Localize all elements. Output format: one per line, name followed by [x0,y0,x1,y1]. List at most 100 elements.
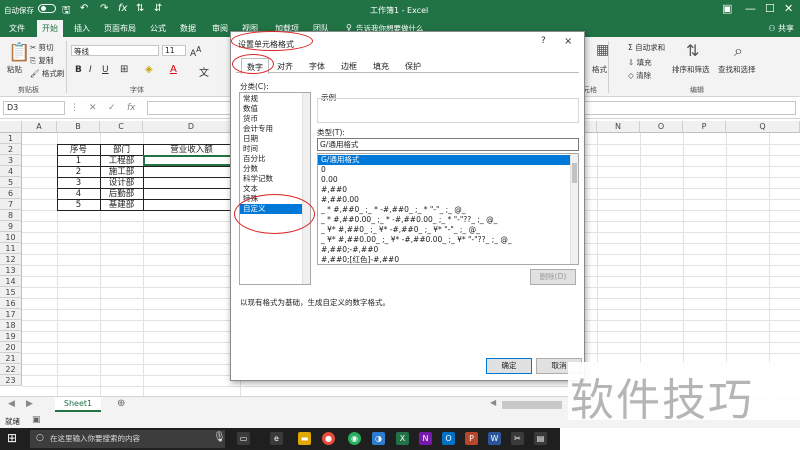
format-code-item[interactable]: _ * #,##0_ ;_ * -#,##0_ ;_ * "-"_ ;_ @_ [318,205,570,215]
redo-icon[interactable]: ↷ [100,3,108,14]
tab-file[interactable]: 文件 [9,23,25,34]
name-box[interactable]: D3 [3,101,65,115]
tab-protection[interactable]: 保护 [405,61,421,72]
category-item[interactable]: 科学记数 [240,174,303,184]
table-cell[interactable]: 后勤部 [100,189,143,200]
row-header[interactable]: 18 [0,320,22,331]
confirm-entry-icon[interactable]: ✓ [108,103,116,113]
tab-font[interactable]: 字体 [309,61,325,72]
fill-button[interactable]: ⇩ 填充 [628,57,652,68]
sheet-tab-sheet1[interactable]: Sheet1 [55,397,101,412]
sort-filter-label[interactable]: 排序和筛选 [672,64,710,75]
format-code-list[interactable]: G/通用格式 0 0.00 #,##0 #,##0.00 _ * #,##0_ … [317,153,579,265]
category-item[interactable]: 常规 [240,94,303,104]
macro-record-icon[interactable]: ▣ [32,415,41,425]
format-code-item[interactable]: 0.00 [318,175,570,185]
row-header[interactable]: 7 [0,199,22,210]
taskbar-search-input[interactable]: 在这里输入你要搜索的内容 [30,430,225,448]
app-icon[interactable]: ◉ [348,432,361,445]
grow-font-icon[interactable]: AA [190,45,201,59]
cancel-entry-icon[interactable]: ✕ [89,103,97,113]
border-icon[interactable]: ⊞ [120,64,128,75]
tab-review[interactable]: 审阅 [212,23,228,34]
ok-button[interactable]: 确定 [486,358,532,374]
word-icon[interactable]: W [488,432,501,445]
clear-button[interactable]: ◇ 清除 [628,70,651,81]
hscroll-left-icon[interactable]: ◀ [490,398,496,407]
minimize-icon[interactable]: — [745,2,756,15]
category-item[interactable]: 会计专用 [240,124,303,134]
copy-button[interactable]: ⎘ 复制 [30,55,53,66]
row-header[interactable]: 2 [0,144,22,155]
share-button[interactable]: ⚇ 共享 [768,23,794,34]
chrome-icon[interactable]: ● [322,432,335,445]
outlook-icon[interactable]: O [442,432,455,445]
column-header[interactable]: P [683,121,726,133]
close-icon[interactable]: ✕ [784,2,793,15]
category-item[interactable]: 时间 [240,144,303,154]
tab-alignment[interactable]: 对齐 [277,61,293,72]
row-header[interactable]: 22 [0,364,22,375]
font-size-select[interactable]: 11 [162,45,186,56]
row-header[interactable]: 5 [0,177,22,188]
row-header[interactable]: 16 [0,298,22,309]
paste-label[interactable]: 粘贴 [7,64,22,75]
format-code-item[interactable]: #,##0;-#,##0 [318,245,570,255]
table-cell[interactable]: 3 [57,178,100,189]
table-header-cell[interactable]: 序号 [57,145,100,156]
sort-asc-icon[interactable]: ⇅ [136,3,144,14]
tab-insert[interactable]: 插入 [74,23,90,34]
row-header[interactable]: 14 [0,276,22,287]
autosave-toggle[interactable] [38,4,56,13]
table-cell[interactable]: 工程部 [100,156,143,167]
row-header[interactable]: 10 [0,232,22,243]
sort-filter-icon[interactable]: ⇅ [686,41,699,60]
row-header[interactable]: 12 [0,254,22,265]
insert-function-button[interactable]: fx [127,103,136,113]
microphone-icon[interactable]: 🎙 [213,432,226,443]
row-header[interactable]: 21 [0,353,22,364]
column-header[interactable]: N [597,121,640,133]
delete-button[interactable]: 删除(D) [530,269,576,285]
font-color-button[interactable]: A [170,64,177,75]
row-header[interactable]: 8 [0,210,22,221]
format-code-item[interactable]: _ * #,##0.00_ ;_ * -#,##0.00_ ;_ * "-"??… [318,215,570,225]
table-cell[interactable]: 设计部 [100,178,143,189]
paste-icon[interactable]: 📋 [8,42,30,63]
category-item[interactable]: 文本 [240,184,303,194]
tab-border[interactable]: 边框 [341,61,357,72]
table-cell[interactable]: 2 [57,167,100,178]
column-header[interactable]: Q [726,121,800,133]
horizontal-scrollbar[interactable] [502,401,562,409]
row-header[interactable]: 17 [0,309,22,320]
format-code-item[interactable]: 0 [318,165,570,175]
format-code-item[interactable]: #,##0.00 [318,195,570,205]
find-select-label[interactable]: 查找和选择 [718,64,756,75]
font-name-select[interactable]: 等线 [71,45,159,56]
category-item[interactable]: 日期 [240,134,303,144]
table-cell[interactable]: 基建部 [100,200,143,211]
category-item[interactable]: 货币 [240,114,303,124]
maximize-icon[interactable]: ☐ [765,2,775,15]
row-header[interactable]: 3 [0,155,22,166]
row-header[interactable]: 9 [0,221,22,232]
type-input[interactable]: G/通用格式 [317,138,579,151]
format-code-item[interactable]: _ ¥* #,##0.00_ ;_ ¥* -#,##0.00_ ;_ ¥* "-… [318,235,570,245]
table-cell[interactable]: 4 [57,189,100,200]
table-header-cell[interactable]: 部门 [100,145,143,156]
file-explorer-icon[interactable]: ▬ [298,432,311,445]
row-header[interactable]: 1 [0,133,22,144]
task-view-icon[interactable]: ▭ [237,432,250,445]
save-icon[interactable]: 🖫 [62,3,71,20]
category-item[interactable]: 百分比 [240,154,303,164]
category-scrollbar[interactable] [302,93,310,284]
column-header[interactable]: O [640,121,683,133]
autosum-button[interactable]: Σ 自动求和 [628,42,665,53]
format-list-scrollbar[interactable] [570,154,578,264]
column-header[interactable]: B [57,121,100,133]
find-select-icon[interactable]: ⌕ [734,41,743,61]
scrollbar-thumb[interactable] [572,163,577,183]
row-header[interactable]: 15 [0,287,22,298]
category-list[interactable]: 常规 数值 货币 会计专用 日期 时间 百分比 分数 科学记数 文本 特殊 自定… [239,92,311,285]
phonetic-icon[interactable]: 文 [199,64,209,79]
